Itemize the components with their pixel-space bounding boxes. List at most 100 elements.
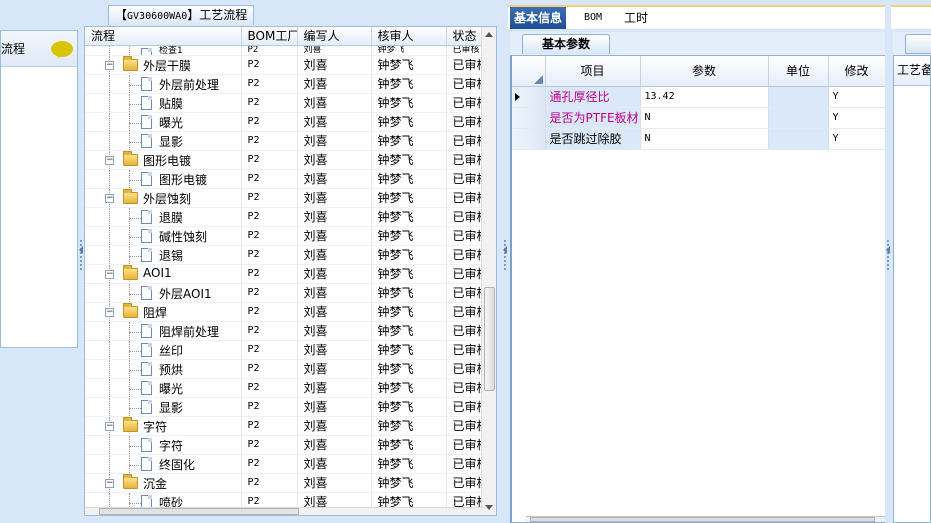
vertical-scrollbar[interactable] bbox=[481, 27, 496, 515]
tree-node[interactable]: − AOI1 bbox=[85, 264, 242, 284]
collapse-toggle-icon[interactable]: − bbox=[105, 478, 114, 488]
tree-node[interactable]: 预烘 bbox=[85, 359, 242, 379]
tree-node[interactable]: − 外层蚀刻 bbox=[85, 188, 242, 208]
parameter-row[interactable]: 是否为PTFE板材 N Y bbox=[512, 107, 886, 129]
tree-row[interactable]: 外层AOI1 P2刘喜钟梦飞已审核 bbox=[85, 283, 483, 303]
tree-node[interactable]: − 图形电镀 bbox=[85, 150, 242, 170]
tree-node[interactable]: 检查1 bbox=[85, 45, 242, 56]
parameter-row[interactable]: 是否跳过除胶 N Y bbox=[512, 128, 886, 150]
row-selector[interactable] bbox=[512, 128, 546, 150]
tab-basic-info[interactable]: 基本信息 bbox=[510, 7, 567, 29]
param-value-cell[interactable]: N bbox=[640, 107, 769, 129]
tree-row[interactable]: − 字符 P2刘喜钟梦飞已审核 bbox=[85, 416, 483, 436]
collapse-toggle-icon[interactable]: − bbox=[105, 155, 114, 165]
tree-node[interactable]: 外层前处理 bbox=[85, 74, 242, 94]
tree-row[interactable]: 检查1 P2 刘喜 钟梦飞 已审核 bbox=[85, 45, 483, 56]
tree-row[interactable]: 丝印 P2刘喜钟梦飞已审核 bbox=[85, 340, 483, 360]
collapse-toggle-icon[interactable]: − bbox=[105, 421, 114, 431]
scrollbar-thumb[interactable] bbox=[99, 508, 299, 515]
tree-row[interactable]: 显影 P2刘喜钟梦飞已审核 bbox=[85, 131, 483, 151]
tree-row[interactable]: − 外层蚀刻 P2刘喜钟梦飞已审核 bbox=[85, 188, 483, 208]
flow-list-item[interactable]: 流程 bbox=[1, 31, 77, 67]
reviewer-cell: 钟梦飞 bbox=[371, 245, 447, 265]
tree-row[interactable]: 图形电镀 P2刘喜钟梦飞已审核 bbox=[85, 169, 483, 189]
speech-bubble-icon[interactable] bbox=[51, 40, 73, 58]
column-header-status[interactable]: 状态 bbox=[446, 27, 483, 46]
tree-row[interactable]: 曝光 P2刘喜钟梦飞已审核 bbox=[85, 112, 483, 132]
tree-node[interactable]: 外层AOI1 bbox=[85, 283, 242, 303]
tree-connector bbox=[109, 226, 110, 244]
right-splitter[interactable] bbox=[885, 0, 891, 523]
collapse-toggle-icon[interactable]: − bbox=[105, 269, 114, 279]
reviewer-cell: 钟梦飞 bbox=[371, 93, 447, 113]
tab-bom[interactable]: BOM bbox=[580, 7, 606, 29]
tree-row[interactable]: 预烘 P2刘喜钟梦飞已审核 bbox=[85, 359, 483, 379]
collapse-toggle-icon[interactable]: − bbox=[105, 193, 114, 203]
tree-row[interactable]: 终固化 P2刘喜钟梦飞已审核 bbox=[85, 454, 483, 474]
tree-row[interactable]: 退锡 P2刘喜钟梦飞已审核 bbox=[85, 245, 483, 265]
row-selector[interactable] bbox=[512, 107, 546, 129]
column-header-flow[interactable]: 流程 bbox=[85, 27, 242, 46]
tree-row[interactable]: 曝光 P2刘喜钟梦飞已审核 bbox=[85, 378, 483, 398]
row-selector-header[interactable] bbox=[512, 56, 546, 87]
tree-node[interactable]: − 字符 bbox=[85, 416, 242, 436]
scrollbar-thumb[interactable] bbox=[484, 287, 495, 391]
column-header-unit[interactable]: 单位 bbox=[768, 56, 829, 87]
tree-node[interactable]: 退锡 bbox=[85, 245, 242, 265]
tree-row[interactable]: − 沉金 P2刘喜钟梦飞已审核 bbox=[85, 473, 483, 493]
horizontal-scrollbar[interactable] bbox=[85, 507, 483, 515]
tree-node[interactable]: 丝印 bbox=[85, 340, 242, 360]
collapse-right-icon[interactable] bbox=[886, 246, 890, 254]
column-header-process-notes[interactable]: 工艺备 bbox=[894, 56, 930, 86]
tab-work-hours[interactable]: 工时 bbox=[620, 7, 652, 29]
tree-node[interactable]: 贴膜 bbox=[85, 93, 242, 113]
tree-node[interactable]: − 沉金 bbox=[85, 473, 242, 493]
param-value-cell[interactable]: 13.42 bbox=[640, 86, 769, 108]
tree-row[interactable]: 外层前处理 P2刘喜钟梦飞已审核 bbox=[85, 74, 483, 94]
column-header-writer[interactable]: 编写人 bbox=[297, 27, 372, 46]
tree-row[interactable]: − 外层干膜 P2刘喜钟梦飞已审核 bbox=[85, 55, 483, 75]
tree-row[interactable]: 退膜 P2刘喜钟梦飞已审核 bbox=[85, 207, 483, 227]
tree-node[interactable]: 阻焊前处理 bbox=[85, 321, 242, 341]
column-header-modify[interactable]: 修改 bbox=[828, 56, 886, 87]
column-header-reviewer[interactable]: 核审人 bbox=[371, 27, 447, 46]
tree-row[interactable]: − AOI1 P2刘喜钟梦飞已审核 bbox=[85, 264, 483, 284]
tree-node[interactable]: 曝光 bbox=[85, 112, 242, 132]
tree-node[interactable]: − 外层干膜 bbox=[85, 55, 242, 75]
tree-node[interactable]: 字符 bbox=[85, 435, 242, 455]
writer-cell: 刘喜 bbox=[297, 435, 372, 455]
tree-row[interactable]: − 阻焊 P2刘喜钟梦飞已审核 bbox=[85, 302, 483, 322]
tab-basic-params[interactable]: 基本参数 bbox=[522, 34, 610, 54]
column-header-value[interactable]: 参数 bbox=[640, 56, 769, 87]
tree-node[interactable]: 显影 bbox=[85, 397, 242, 417]
tab-process-notes[interactable] bbox=[905, 34, 931, 54]
tree-row[interactable]: 贴膜 P2刘喜钟梦飞已审核 bbox=[85, 93, 483, 113]
tree-node[interactable]: 显影 bbox=[85, 131, 242, 151]
tree-connector bbox=[109, 45, 110, 54]
collapse-toggle-icon[interactable]: − bbox=[105, 307, 114, 317]
tree-row[interactable]: 阻焊前处理 P2刘喜钟梦飞已审核 bbox=[85, 321, 483, 341]
tree-row[interactable]: − 图形电镀 P2刘喜钟梦飞已审核 bbox=[85, 150, 483, 170]
tree-node[interactable]: − 阻焊 bbox=[85, 302, 242, 322]
tree-node[interactable]: 退膜 bbox=[85, 207, 242, 227]
tree-node[interactable]: 曝光 bbox=[85, 378, 242, 398]
horizontal-scrollbar[interactable] bbox=[526, 516, 886, 522]
column-header-bom[interactable]: BOM工厂 bbox=[241, 27, 298, 46]
collapse-left-icon[interactable] bbox=[79, 246, 83, 254]
parameter-row[interactable]: 通孔厚径比 13.42 Y bbox=[512, 86, 886, 108]
tree-node[interactable]: 图形电镀 bbox=[85, 169, 242, 189]
param-value-cell[interactable]: N bbox=[640, 128, 769, 150]
collapse-middle-icon[interactable] bbox=[503, 246, 507, 254]
scroll-down-icon[interactable] bbox=[485, 505, 493, 510]
tree-node[interactable]: 终固化 bbox=[85, 454, 242, 474]
scrollbar-thumb[interactable] bbox=[530, 517, 875, 522]
scroll-up-icon[interactable] bbox=[485, 32, 493, 37]
tree-row[interactable]: 碱性蚀刻 P2刘喜钟梦飞已审核 bbox=[85, 226, 483, 246]
tree-node[interactable]: 碱性蚀刻 bbox=[85, 226, 242, 246]
bom-cell: P2 bbox=[241, 321, 298, 341]
tree-row[interactable]: 字符 P2刘喜钟梦飞已审核 bbox=[85, 435, 483, 455]
collapse-toggle-icon[interactable]: − bbox=[105, 60, 114, 70]
tree-row[interactable]: 显影 P2刘喜钟梦飞已审核 bbox=[85, 397, 483, 417]
column-header-item[interactable]: 项目 bbox=[545, 56, 641, 87]
row-selector[interactable] bbox=[512, 86, 546, 108]
